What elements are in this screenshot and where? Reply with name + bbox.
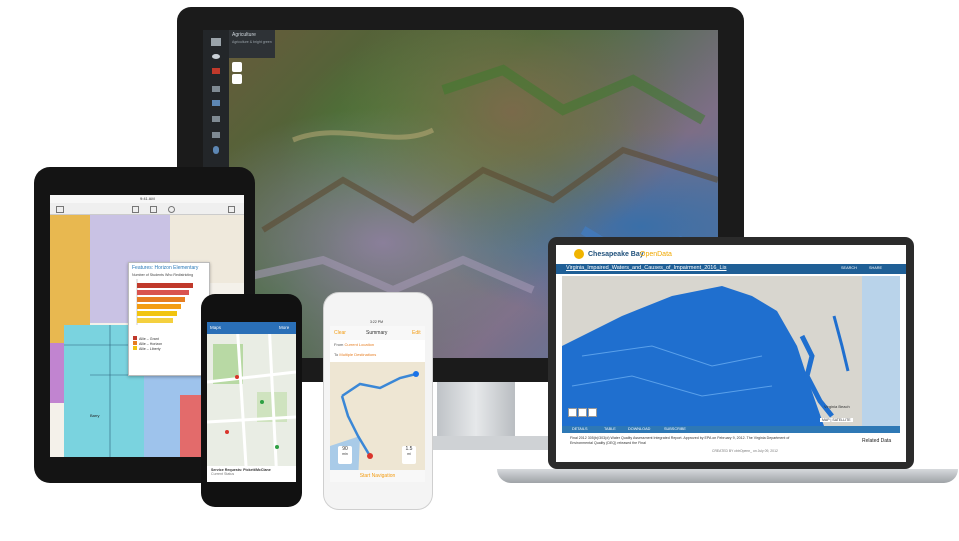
layers-icon[interactable]	[212, 68, 220, 74]
more-link[interactable]: More	[279, 325, 289, 330]
legend-label: Allie – Liberty	[139, 347, 161, 351]
zoom-out-button[interactable]	[578, 408, 587, 417]
zoom-in-button[interactable]	[232, 62, 242, 72]
tab-subscribe[interactable]: SUBSCRIBE	[664, 427, 686, 431]
search-icon[interactable]	[168, 206, 175, 213]
filter-icon[interactable]	[212, 116, 220, 122]
status-time: 9:41 AM	[140, 196, 155, 201]
edit-button[interactable]: Edit	[412, 330, 421, 336]
legend-item: Allie – Liberty	[133, 346, 205, 351]
layer-panel[interactable]: Agriculture Agriculture & bright green	[229, 30, 275, 58]
distance-unit: mi	[407, 452, 411, 456]
drop-icon[interactable]	[213, 146, 219, 154]
summary-title: Summary	[366, 330, 388, 336]
popup-bar-chart	[136, 279, 193, 325]
brand-name: Chesapeake Bay	[588, 251, 644, 258]
tablet-toolbar	[50, 203, 244, 215]
impaired-waters-map[interactable]: Virginia Beach MAP | SATELLITE	[562, 276, 900, 426]
phone1-nav-bar: Maps More	[207, 322, 296, 334]
card-subtitle: Current Status	[211, 472, 235, 476]
distance-badge: 1.5 mi	[402, 446, 416, 464]
phone2-nav-bar: 3:22 PM Clear Summary Edit	[330, 320, 425, 340]
detail-tabs: DETAILS TABLE DOWNLOAD SUBSCRIBE	[562, 426, 900, 433]
service-request-card[interactable]: Service Requests: Pickett/McClane Curren…	[207, 466, 296, 482]
start-navigation-button[interactable]: Start Navigation	[330, 470, 425, 482]
city-label: Virginia Beach	[824, 404, 850, 409]
from-value: Current Location	[344, 342, 375, 347]
related-data-heading: Related Data	[862, 438, 892, 444]
chart-icon[interactable]	[212, 100, 220, 106]
map-place-label: Barry	[90, 413, 100, 418]
zoom-in-button[interactable]	[568, 408, 577, 417]
legend-swatch	[133, 346, 137, 350]
popup-title: Features: Horizon Elementary	[132, 265, 199, 271]
from-label: From	[334, 342, 344, 347]
tablet-status-bar: 9:41 AM	[50, 195, 244, 203]
status-time: 3:22 PM	[370, 320, 384, 324]
site-header: Chesapeake Bay OpenData	[556, 245, 906, 265]
search-icon[interactable]	[588, 408, 597, 417]
duration-badge: 90 min	[338, 446, 352, 464]
panel-title: Agriculture	[232, 32, 256, 38]
list-icon[interactable]	[56, 206, 64, 213]
tab-download[interactable]: DOWNLOAD	[628, 427, 650, 431]
layer-description: Final 2012 305(b)/303(d) Water Quality A…	[562, 434, 900, 462]
route-endpoints: From Current Location To Multiple Destin…	[330, 340, 425, 362]
legend-swatch	[133, 341, 137, 345]
to-label: To	[334, 352, 339, 357]
created-by: CREATED BY cbtrOpenn_ on July 09, 2012	[712, 449, 778, 453]
feature-popup: Features: Horizon Elementary Number of S…	[128, 262, 210, 376]
measure-icon[interactable]	[212, 86, 220, 92]
layers-icon[interactable]	[132, 206, 139, 213]
panel-subtitle: Agriculture & bright green	[232, 40, 272, 44]
search-link[interactable]: SEARCH	[841, 266, 857, 270]
popup-legend: Allie – Grant Allie – Horizon Allie – Li…	[129, 334, 209, 353]
description-text: Final 2012 305(b)/303(d) Water Quality A…	[570, 436, 790, 445]
share-icon[interactable]	[228, 206, 235, 213]
clear-button[interactable]: Clear	[334, 330, 346, 336]
layer-title[interactable]: Virginia_Impaired_Waters_and_Causes_of_I…	[566, 265, 727, 271]
basemap-toggle[interactable]: MAP | SATELLITE	[820, 418, 853, 422]
tab-details[interactable]: DETAILS	[572, 427, 588, 431]
service-map[interactable]	[207, 322, 296, 482]
duration-unit: min	[342, 452, 348, 456]
home-icon[interactable]	[211, 38, 221, 46]
route-to[interactable]: To Multiple Destinations	[334, 352, 376, 357]
monitor-stand	[437, 382, 515, 440]
layer-title-bar: Virginia_Impaired_Waters_and_Causes_of_I…	[556, 264, 906, 274]
zoom-out-button[interactable]	[232, 74, 242, 84]
laptop-base	[497, 469, 958, 483]
bookmark-icon[interactable]	[150, 206, 157, 213]
bookmark-icon[interactable]	[212, 132, 220, 138]
route-from[interactable]: From Current Location	[334, 342, 374, 347]
tab-table[interactable]: TABLE	[604, 427, 616, 431]
eye-icon[interactable]	[212, 54, 220, 59]
logo-icon	[574, 249, 584, 259]
street-grid	[207, 322, 296, 482]
to-value: Multiple Destinations	[339, 352, 377, 357]
maps-link[interactable]: Maps	[210, 325, 221, 330]
share-link[interactable]: SHARE	[869, 266, 882, 270]
legend-swatch	[133, 336, 137, 340]
brand-accent: OpenData	[640, 251, 672, 258]
